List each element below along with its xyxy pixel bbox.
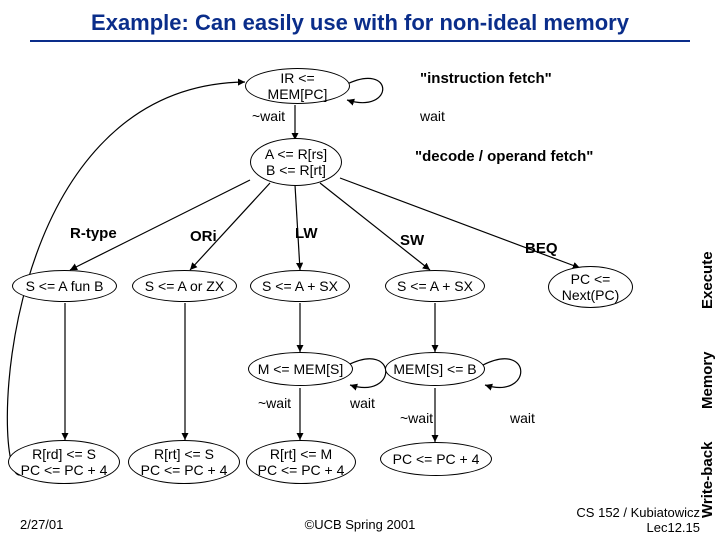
label-wait-sw: wait xyxy=(510,410,535,426)
footer-right-1: CS 152 / Kubiatowicz xyxy=(576,505,700,520)
node-exec-ori: S <= A or ZX xyxy=(132,270,237,302)
node-exec-rtype-text: S <= A fun B xyxy=(26,278,104,294)
label-nwait-lw: ~wait xyxy=(258,395,291,411)
node-wb-lw-a: R[rt] <= M xyxy=(270,446,332,462)
node-exec-lw-text: S <= A + SX xyxy=(262,278,338,294)
node-ifetch-text: IR <= MEM[PC] xyxy=(250,70,345,102)
node-decode: A <= R[rs] B <= R[rt] xyxy=(250,138,342,186)
node-mem-sw: MEM[S] <= B xyxy=(385,352,485,386)
node-decode-a: A <= R[rs] xyxy=(265,146,327,162)
node-exec-sw-text: S <= A + SX xyxy=(397,278,473,294)
node-exec-beq-a: PC <= xyxy=(571,271,611,287)
stage-memory: Memory xyxy=(699,340,716,420)
node-exec-lw: S <= A + SX xyxy=(250,270,350,302)
title-underline xyxy=(30,40,690,42)
label-wait-top: wait xyxy=(420,108,445,124)
label-ifetch: "instruction fetch" xyxy=(420,70,552,87)
node-exec-beq: PC <= Next(PC) xyxy=(548,266,633,308)
node-wb-ori-a: R[rt] <= S xyxy=(154,446,214,462)
node-wb-ori: R[rt] <= S PC <= PC + 4 xyxy=(128,440,240,484)
label-ori: ORi xyxy=(190,228,217,245)
label-sw: SW xyxy=(400,232,424,249)
node-exec-beq-b: Next(PC) xyxy=(562,287,620,303)
label-nwait-top: ~wait xyxy=(252,108,285,124)
label-lw: LW xyxy=(295,225,318,242)
node-mem-lw-text: M <= MEM[S] xyxy=(258,361,344,377)
page-title: Example: Can easily use with for non-ide… xyxy=(0,10,720,36)
label-decode: "decode / operand fetch" xyxy=(415,148,593,165)
node-wb-sw-text: PC <= PC + 4 xyxy=(393,451,480,467)
node-wb-lw: R[rt] <= M PC <= PC + 4 xyxy=(246,440,356,484)
label-rtype: R-type xyxy=(70,225,117,242)
label-beq: BEQ xyxy=(525,240,558,257)
label-wait-lw: wait xyxy=(350,395,375,411)
node-mem-lw: M <= MEM[S] xyxy=(248,352,353,386)
node-exec-ori-text: S <= A or ZX xyxy=(145,278,224,294)
node-wb-ori-b: PC <= PC + 4 xyxy=(141,462,228,478)
footer-right-2: Lec12.15 xyxy=(647,520,701,535)
label-nwait-sw: ~wait xyxy=(400,410,433,426)
node-wb-lw-b: PC <= PC + 4 xyxy=(258,462,345,478)
node-exec-rtype: S <= A fun B xyxy=(12,270,117,302)
node-decode-b: B <= R[rt] xyxy=(266,162,326,178)
node-wb-sw: PC <= PC + 4 xyxy=(380,442,492,476)
node-mem-sw-text: MEM[S] <= B xyxy=(393,361,476,377)
node-wb-rtype: R[rd] <= S PC <= PC + 4 xyxy=(8,440,120,484)
stage-writeback: Write-back xyxy=(699,430,716,530)
node-wb-rtype-a: R[rd] <= S xyxy=(32,446,96,462)
footer-right: CS 152 / Kubiatowicz Lec12.15 xyxy=(576,506,700,536)
node-wb-rtype-b: PC <= PC + 4 xyxy=(21,462,108,478)
node-ifetch: IR <= MEM[PC] xyxy=(245,68,350,104)
stage-execute: Execute xyxy=(699,240,716,320)
node-exec-sw: S <= A + SX xyxy=(385,270,485,302)
